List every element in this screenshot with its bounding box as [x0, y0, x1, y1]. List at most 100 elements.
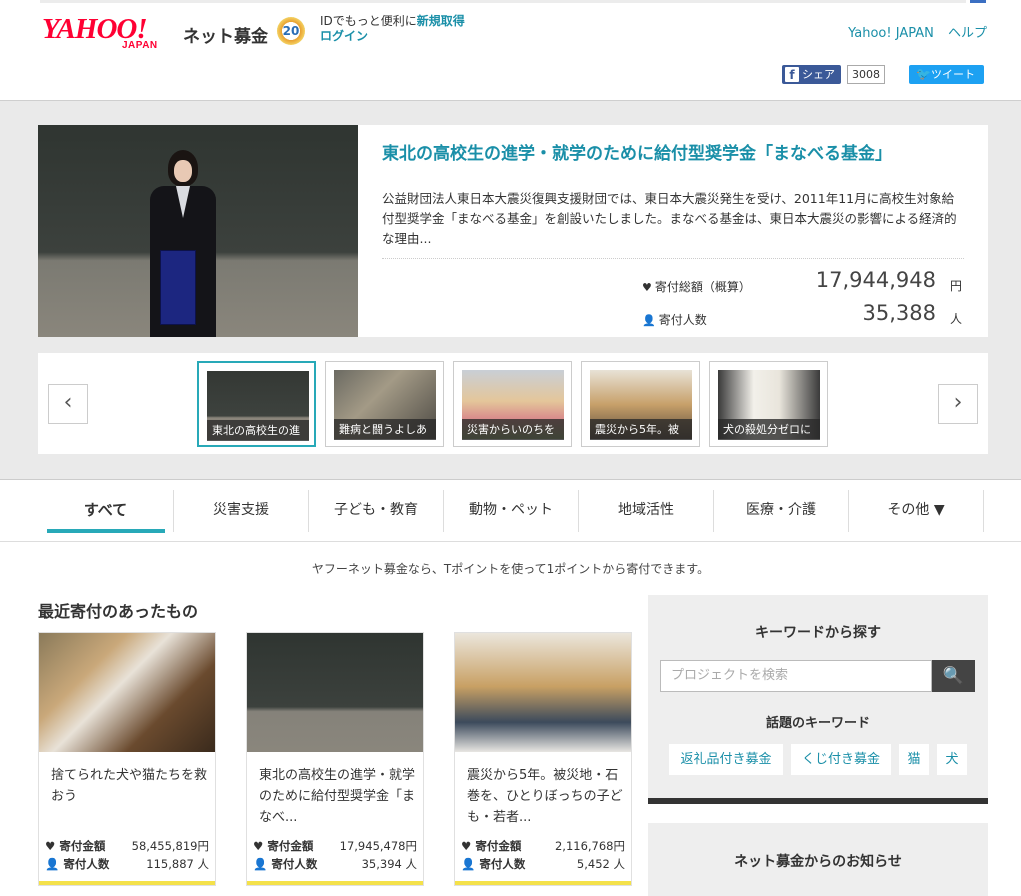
tab-children-education[interactable]: 子ども・教育 [309, 490, 443, 532]
keyword-tag[interactable]: 犬 [937, 744, 967, 775]
carousel-next-button[interactable]: › [938, 384, 978, 424]
register-link[interactable]: 新規取得 [417, 14, 465, 28]
person-icon: 👤 [642, 314, 656, 327]
tab-other[interactable]: その他 ▼ [849, 490, 983, 532]
card-stats: ♥ 寄付金額 58,455,819円 👤 寄付人数 115,887 人 [45, 838, 209, 874]
student-figure [138, 150, 228, 337]
amount-value: 2,116,768円 [554, 839, 625, 853]
carousel-item[interactable]: 犬の殺処分ゼロに [709, 361, 828, 447]
featured-project-image[interactable] [38, 125, 358, 337]
card-accent-bar [455, 881, 631, 885]
logo-sub: JAPAN [122, 40, 158, 51]
keyword-tag[interactable]: 返礼品付き募金 [669, 744, 783, 775]
project-carousel: ‹ 東北の高校生の進 難病と闘うよしあ 災害からいのちを 震災から5年。被 犬の… [38, 353, 988, 454]
login-prompt: IDでもっと便利に [320, 14, 417, 28]
total-donation-value: 17,944,948 [815, 268, 936, 292]
carousel-item[interactable]: 災害からいのちを [453, 361, 572, 447]
service-name[interactable]: ネット募金 [183, 22, 268, 47]
total-donation-row: ♥ 寄付総額（概算） 17,944,948 円 [642, 268, 962, 298]
twitter-bird-icon: 🐦 [916, 67, 931, 81]
tab-disaster[interactable]: 災害支援 [174, 490, 308, 532]
yahoo-logo[interactable]: YAHOO! JAPAN [42, 14, 157, 51]
share-count: 3008 [847, 65, 885, 84]
donor-count-row: 👤 寄付人数 35,388 人 [642, 301, 962, 331]
amount-value: 58,455,819円 [131, 839, 209, 853]
card-accent-bar [247, 881, 423, 885]
login-box: IDでもっと便利に新規取得 ログイン [320, 14, 465, 44]
card-image[interactable] [247, 633, 423, 752]
carousel-item[interactable]: 難病と闘うよしあ [325, 361, 444, 447]
keyword-search-title: キーワードから探す [755, 625, 881, 641]
active-tab-indicator [47, 529, 165, 533]
count-label: 👤 寄付人数 [45, 857, 110, 871]
keyword-tag[interactable]: くじ付き募金 [791, 744, 891, 775]
count-value: 115,887 人 [146, 857, 209, 871]
carousel-item[interactable]: 東北の高校生の進 [197, 361, 316, 447]
amount-label: ♥ 寄付金額 [253, 839, 314, 853]
count-label: 👤 寄付人数 [253, 857, 318, 871]
carousel-prev-button[interactable]: ‹ [48, 384, 88, 424]
donor-count-label: 👤 寄付人数 [642, 313, 707, 327]
anniversary-badge: 20 [277, 17, 305, 45]
card-stats: ♥ 寄付金額 17,945,478円 👤 寄付人数 35,394 人 [253, 838, 417, 874]
share-label: シェア [802, 68, 835, 81]
card-stats: ♥ 寄付金額 2,116,768円 👤 寄付人数 5,452 人 [461, 838, 625, 874]
card-accent-bar [39, 881, 215, 885]
featured-project-title[interactable]: 東北の高校生の進学・就学のために給付型奨学金「まなべる基金」 [382, 139, 892, 164]
tab-medical-care[interactable]: 医療・介護 [714, 490, 848, 532]
card-title[interactable]: 東北の高校生の進学・就学のために給付型奨学金「まなべ... [259, 765, 415, 828]
login-link[interactable]: ログイン [320, 29, 368, 43]
category-tabs: すべて 災害支援 子ども・教育 動物・ペット 地域活性 医療・介護 その他 ▼ [0, 479, 1021, 542]
card-image[interactable] [39, 633, 215, 752]
card-title[interactable]: 震災から5年。被災地・石巻を、ひとりぼっちの子ども・若者... [467, 765, 623, 828]
news-title: ネット募金からのお知らせ [734, 854, 902, 870]
keyword-search-panel: キーワードから探す プロジェクトを検索 🔍 話題のキーワード 返礼品付き募金 く… [648, 595, 988, 804]
tweet-button[interactable]: 🐦 ツイート [909, 65, 984, 84]
recent-section-title: 最近寄付のあったもの [38, 602, 199, 621]
header-links: Yahoo! JAPAN ヘルプ [838, 22, 987, 41]
top-strip-accent [970, 0, 986, 3]
amount-value: 17,945,478円 [339, 839, 417, 853]
featured-project-description: 公益財団法人東日本大震災復興支援財団では、東日本大震災発生を受け、2011年11… [382, 191, 957, 246]
search-button[interactable]: 🔍 [932, 660, 975, 692]
project-card[interactable]: 東北の高校生の進学・就学のために給付型奨学金「まなべ... ♥ 寄付金額 17,9… [246, 632, 424, 886]
top-strip [40, 0, 966, 3]
count-label: 👤 寄付人数 [461, 857, 526, 871]
heart-icon: ♥ [642, 281, 652, 294]
divider [382, 258, 964, 259]
carousel-item[interactable]: 震災から5年。被 [581, 361, 700, 447]
tab-all[interactable]: すべて [38, 490, 173, 532]
site-header: YAHOO! JAPAN ネット募金 20 IDでもっと便利に新規取得 ログイン… [0, 0, 1021, 101]
tab-regional[interactable]: 地域活性 [579, 490, 713, 532]
featured-project[interactable]: 東北の高校生の進学・就学のために給付型奨学金「まなべる基金」 公益財団法人東日本… [38, 125, 988, 337]
keyword-tag[interactable]: 猫 [899, 744, 929, 775]
donor-count-unit: 人 [949, 312, 962, 326]
facebook-icon: f [785, 67, 799, 82]
carousel-caption: 震災から5年。被 [590, 419, 692, 440]
help-link[interactable]: ヘルプ [948, 26, 987, 41]
news-panel: ネット募金からのお知らせ [648, 823, 988, 896]
card-title[interactable]: 捨てられた犬や猫たちを救おう [51, 765, 207, 807]
carousel-caption: 東北の高校生の進 [207, 420, 309, 441]
count-value: 35,394 人 [361, 857, 417, 871]
carousel-caption: 犬の殺処分ゼロに [718, 419, 820, 440]
carousel-caption: 難病と闘うよしあ [334, 419, 436, 440]
yahoo-japan-link[interactable]: Yahoo! JAPAN [848, 26, 934, 41]
amount-label: ♥ 寄付金額 [461, 839, 522, 853]
donor-count-value: 35,388 [862, 301, 936, 325]
facebook-share-button[interactable]: f シェア [782, 65, 841, 84]
card-image[interactable] [455, 633, 631, 752]
project-search-input[interactable]: プロジェクトを検索 [660, 660, 932, 692]
trending-keywords-title: 話題のキーワード [765, 716, 870, 731]
project-card[interactable]: 震災から5年。被災地・石巻を、ひとりぼっちの子ども・若者... ♥ 寄付金額 2,… [454, 632, 632, 886]
tpoint-notice: ヤフーネット募金なら、Tポイントを使って1ポイントから寄付できます。 [311, 562, 710, 576]
project-card[interactable]: 捨てられた犬や猫たちを救おう ♥ 寄付金額 58,455,819円 👤 寄付人数 1… [38, 632, 216, 886]
count-value: 5,452 人 [576, 857, 625, 871]
total-donation-label: ♥ 寄付総額（概算） [642, 280, 751, 294]
amount-label: ♥ 寄付金額 [45, 839, 106, 853]
tweet-label: ツイート [931, 68, 975, 81]
carousel-caption: 災害からいのちを [462, 419, 564, 440]
search-icon: 🔍 [942, 666, 965, 686]
tab-animals-pets[interactable]: 動物・ペット [444, 490, 578, 532]
total-donation-unit: 円 [949, 279, 962, 293]
